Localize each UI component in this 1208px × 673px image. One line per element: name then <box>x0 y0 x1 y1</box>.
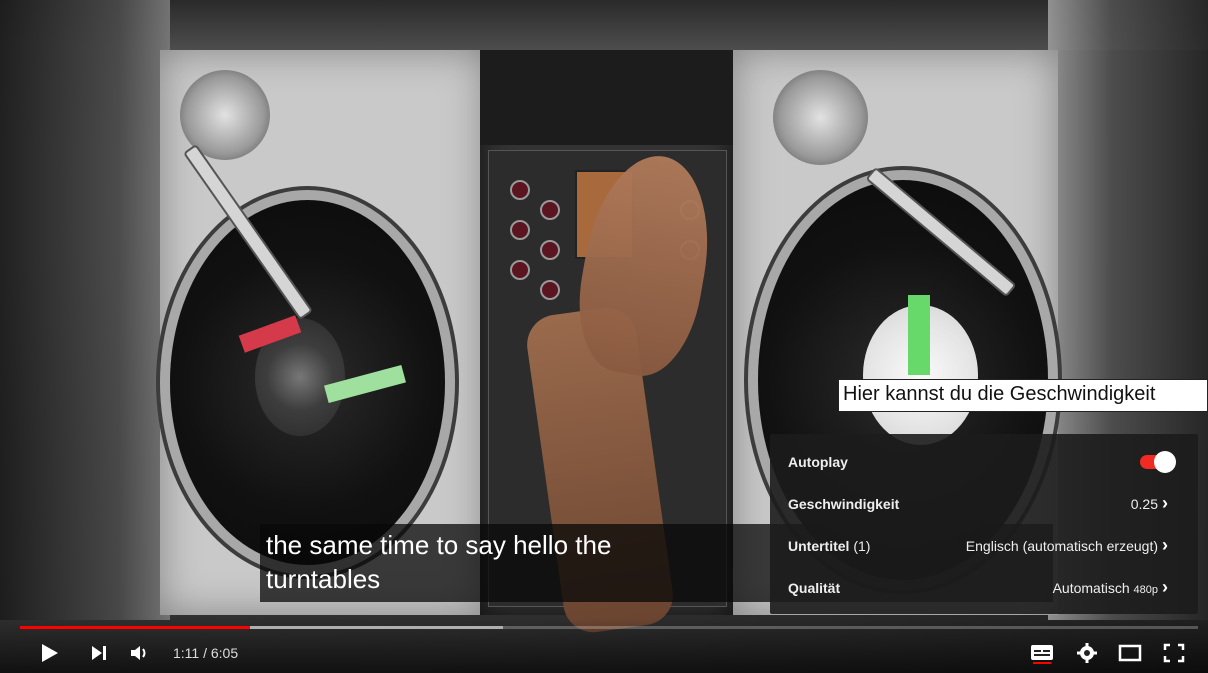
speed-tooltip: Hier kannst du die Geschwindigkeit <box>838 379 1208 412</box>
mixer-knob <box>510 220 530 240</box>
settings-menu: Autoplay Geschwindigkeit 0.25 › Untertit… <box>770 434 1198 614</box>
quality-value-text: Automatisch <box>1052 580 1130 596</box>
autoplay-toggle[interactable] <box>1140 451 1176 473</box>
menu-item-autoplay[interactable]: Autoplay <box>770 442 1198 482</box>
volume-button[interactable] <box>128 642 152 664</box>
mixer-knob <box>540 240 560 260</box>
subtitles-label-text: Untertitel <box>788 538 850 554</box>
fullscreen-icon <box>1163 643 1185 663</box>
chevron-right-icon: › <box>1162 493 1168 513</box>
right-tape-marker <box>908 295 930 375</box>
menu-item-quality[interactable]: Qualität Automatisch 480p › <box>770 568 1198 608</box>
settings-button[interactable] <box>1075 642 1099 664</box>
video-frame[interactable]: the same time to say hello the turntable… <box>0 0 1208 673</box>
fullscreen-button[interactable] <box>1162 642 1186 664</box>
speed-value: 0.25 <box>1130 496 1158 512</box>
mixer-knob <box>510 180 530 200</box>
next-icon <box>92 646 106 660</box>
play-icon <box>42 644 58 662</box>
caption-line: the same time to say hello the <box>266 530 612 560</box>
subtitles-value: Englisch (automatisch erzeugt) <box>965 538 1158 554</box>
volume-icon <box>131 646 146 660</box>
play-button[interactable] <box>38 642 62 664</box>
quality-label: Qualität <box>788 580 841 596</box>
subtitles-label: Untertitel (1) <box>788 538 870 554</box>
caption-line: turntables <box>266 564 381 594</box>
right-tonearm-base <box>773 70 868 165</box>
settings-icon <box>1077 643 1097 663</box>
mixer-knob <box>510 260 530 280</box>
subtitles-icon <box>1031 645 1053 664</box>
theater-mode-button[interactable] <box>1118 642 1142 664</box>
video-background <box>0 0 170 620</box>
toggle-knob <box>1154 451 1176 473</box>
mixer-knob <box>540 280 560 300</box>
menu-item-speed[interactable]: Geschwindigkeit 0.25 › <box>770 484 1198 524</box>
next-button[interactable] <box>88 642 112 664</box>
quality-resolution: 480p <box>1133 584 1158 596</box>
subtitles-count: (1) <box>853 538 871 554</box>
tooltip-text: Hier kannst du die Geschwindigkeit <box>843 383 1156 405</box>
chevron-right-icon: › <box>1162 577 1168 597</box>
speed-label: Geschwindigkeit <box>788 496 900 512</box>
menu-item-subtitles[interactable]: Untertitel (1) Englisch (automatisch erz… <box>770 526 1198 566</box>
theater-mode-icon <box>1118 644 1142 662</box>
progress-bar[interactable] <box>20 626 1198 629</box>
mixer-knob <box>540 200 560 220</box>
autoplay-label: Autoplay <box>788 454 848 470</box>
quality-value: Automatisch 480p <box>1053 580 1158 596</box>
mixer-cable-area <box>480 50 733 145</box>
subtitles-button[interactable] <box>1030 642 1054 664</box>
chevron-right-icon: › <box>1162 535 1168 555</box>
time-display: 1:11 / 6:05 <box>173 645 239 661</box>
progress-played <box>20 626 250 629</box>
video-background <box>0 0 1208 50</box>
